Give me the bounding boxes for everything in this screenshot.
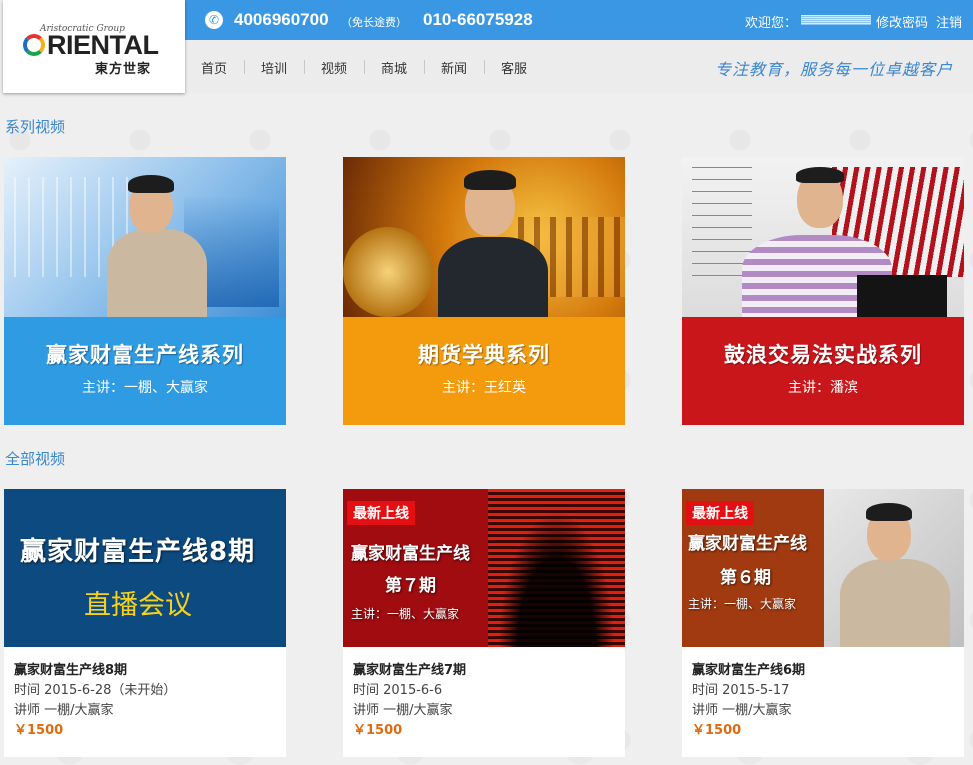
video-teacher: 讲师 一棚/大赢家	[353, 703, 453, 718]
series-band: 鼓浪交易法实战系列 主讲：潘滨	[682, 317, 964, 425]
video-info: 赢家财富生产线8期 时间 2015-6-28（未开始） 讲师 一棚/大赢家 ￥1…	[14, 659, 276, 739]
video-teacher: 讲师 一棚/大赢家	[14, 703, 114, 718]
video-card-issue-6[interactable]: 最新上线 赢家财富生产线 第６期 主讲：一棚、大赢家 赢家财富生产线6期 时间 …	[682, 489, 964, 757]
series-card-futures[interactable]: 期货学典系列 主讲：王红英	[343, 157, 625, 425]
top-bar: ✆ 4006960700 （免长途费） 010-66075928 欢迎您： 修改…	[185, 0, 973, 40]
username-placeholder	[801, 15, 871, 25]
presenter-photo	[832, 497, 962, 647]
video-info: 赢家财富生产线7期 时间 2015-6-6 讲师 一棚/大赢家 ￥1500	[353, 659, 615, 739]
thumbnail-title: 赢家财富生产线	[688, 534, 807, 554]
thumbnail-subtitle: 直播会议	[84, 590, 192, 621]
nav-item-shop[interactable]: 商城	[381, 58, 407, 77]
site-slogan: 专注教育，服务每一位卓越客户	[715, 60, 954, 79]
all-videos-section-title: 全部视频	[5, 450, 66, 468]
new-release-badge: 最新上线	[347, 501, 415, 525]
video-price: ￥1500	[14, 723, 64, 738]
video-card-issue-7[interactable]: 最新上线 赢家财富生产线 第７期 主讲：一棚、大赢家 赢家财富生产线7期 时间 …	[343, 489, 625, 757]
thumbnail-lecturer: 主讲：一棚、大赢家	[688, 597, 797, 611]
thumbnail-lecturer: 主讲：一棚、大赢家	[351, 607, 460, 621]
phone-icon: ✆	[205, 11, 223, 29]
video-card-issue-8[interactable]: 赢家财富生产线8期 直播会议 赢家财富生产线8期 时间 2015-6-28（未开…	[4, 489, 286, 757]
coin-decoration	[343, 227, 433, 317]
nav-divider	[424, 60, 425, 74]
presenter-photo	[99, 167, 219, 317]
logo-ring-icon	[23, 34, 45, 56]
nav-divider	[304, 60, 305, 74]
series-title: 赢家财富生产线系列	[46, 343, 244, 367]
video-time: 时间 2015-6-28（未开始）	[14, 683, 177, 698]
series-band: 赢家财富生产线系列 主讲：一棚、大赢家	[4, 317, 286, 425]
video-price: ￥1500	[692, 723, 742, 738]
nav-item-training[interactable]: 培训	[261, 58, 287, 77]
thumbnail-title: 赢家财富生产线	[351, 544, 470, 564]
thumbnail-issue: 第６期	[720, 568, 771, 588]
nav-divider	[364, 60, 365, 74]
nav-divider	[244, 60, 245, 74]
logo-wordmark: RIENTAL	[47, 30, 159, 60]
logo-chinese-name: 東方世家	[95, 62, 152, 77]
site-logo[interactable]: Aristocratic Group RIENTAL 東方世家	[3, 0, 185, 93]
series-title: 鼓浪交易法实战系列	[724, 343, 922, 367]
hotline-note: （免长途费）	[341, 16, 407, 29]
video-info: 赢家财富生产线6期 时间 2015-5-17 讲师 一棚/大赢家 ￥1500	[692, 659, 954, 739]
series-lecturer: 主讲：王红英	[442, 380, 526, 396]
hotline-number: 4006960700	[234, 10, 329, 29]
series-title: 期货学典系列	[418, 343, 550, 367]
change-password-link[interactable]: 修改密码	[876, 12, 928, 31]
series-section-title: 系列视频	[5, 118, 66, 136]
thumbnail-title: 赢家财富生产线8期	[20, 537, 256, 567]
series-image	[4, 157, 286, 317]
office-number: 010-66075928	[423, 10, 533, 29]
series-lecturer: 主讲：一棚、大赢家	[82, 380, 208, 396]
logout-link[interactable]: 注销	[936, 12, 962, 31]
video-title[interactable]: 赢家财富生产线6期	[692, 659, 954, 679]
nav-divider	[484, 60, 485, 74]
video-time: 时间 2015-6-6	[353, 683, 443, 698]
nav-item-home[interactable]: 首页	[201, 58, 227, 77]
welcome-text: 欢迎您：	[745, 16, 798, 31]
series-card-winner[interactable]: 赢家财富生产线系列 主讲：一棚、大赢家	[4, 157, 286, 425]
laptop-decoration	[857, 275, 947, 317]
video-thumbnail: 最新上线 赢家财富生产线 第７期 主讲：一棚、大赢家	[343, 489, 625, 647]
series-image	[682, 157, 964, 317]
nav-item-service[interactable]: 客服	[501, 58, 527, 77]
stock-board-decoration	[488, 489, 625, 647]
video-thumbnail: 赢家财富生产线8期 直播会议	[4, 489, 286, 647]
series-lecturer: 主讲：潘滨	[788, 380, 858, 396]
series-band: 期货学典系列 主讲：王红英	[343, 317, 625, 425]
new-release-badge: 最新上线	[686, 501, 754, 525]
nav-item-video[interactable]: 视频	[321, 58, 347, 77]
video-price: ￥1500	[353, 723, 403, 738]
presenter-photo	[433, 162, 553, 317]
series-card-gulang[interactable]: 鼓浪交易法实战系列 主讲：潘滨	[682, 157, 964, 425]
video-teacher: 讲师 一棚/大赢家	[692, 703, 792, 718]
video-title[interactable]: 赢家财富生产线8期	[14, 659, 276, 679]
nav-item-news[interactable]: 新闻	[441, 58, 467, 77]
video-thumbnail: 最新上线 赢家财富生产线 第６期 主讲：一棚、大赢家	[682, 489, 964, 647]
video-time: 时间 2015-5-17	[692, 683, 790, 698]
series-image	[343, 157, 625, 317]
main-nav: 首页 培训 视频 商城 新闻 客服 专注教育，服务每一位卓越客户	[185, 40, 973, 93]
thumbnail-issue: 第７期	[385, 576, 436, 596]
video-title[interactable]: 赢家财富生产线7期	[353, 659, 615, 679]
